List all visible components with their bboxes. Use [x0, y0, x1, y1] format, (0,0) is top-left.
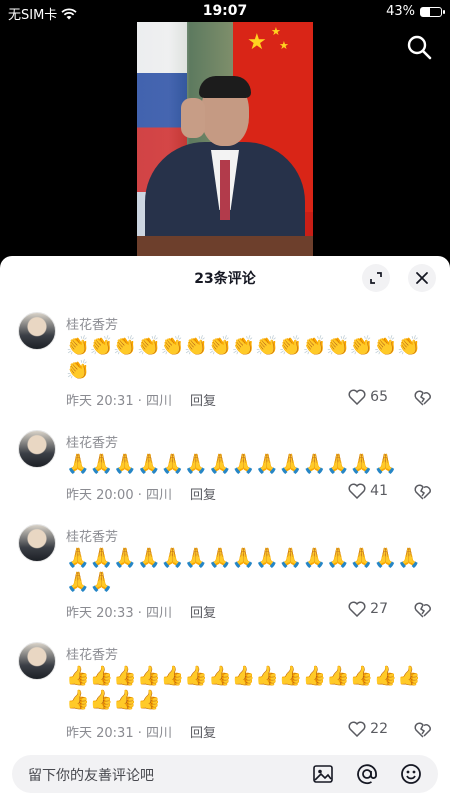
person-tie: [220, 160, 230, 220]
comment-content: 🙏🙏🙏🙏🙏🙏🙏🙏🙏🙏🙏🙏🙏🙏🙏🙏🙏: [66, 547, 421, 593]
avatar[interactable]: [18, 524, 56, 562]
comment-username[interactable]: 桂花香芳: [66, 526, 118, 545]
battery-icon: [420, 6, 445, 17]
like-count: 65: [370, 389, 388, 405]
comment-username[interactable]: 桂花香芳: [66, 432, 118, 451]
battery-level: [421, 7, 430, 16]
avatar[interactable]: [18, 642, 56, 680]
like-button[interactable]: 65: [348, 389, 388, 405]
video-player[interactable]: ★ ★ ★: [137, 22, 313, 256]
dislike-button[interactable]: [414, 390, 432, 410]
like-count: 27: [370, 601, 388, 617]
comment-username[interactable]: 桂花香芳: [66, 314, 118, 333]
comment-time: 昨天 20:33 · 四川: [66, 606, 172, 621]
reply-button[interactable]: 回复: [190, 484, 216, 503]
heart-icon: [348, 721, 366, 737]
like-button[interactable]: 22: [348, 721, 388, 737]
comment-content: 👍👍👍👍👍👍👍👍👍👍👍👍👍👍👍👍👍👍👍: [66, 665, 421, 711]
reply-button[interactable]: 回复: [190, 390, 216, 409]
sheet-header: 23条评论: [0, 256, 450, 300]
person-hair: [199, 76, 251, 98]
status-bar: 无SIM卡 19:07 43%: [0, 0, 450, 24]
dislike-button[interactable]: [414, 722, 432, 742]
battery-percent: 43%: [386, 4, 415, 19]
search-icon: [407, 35, 432, 60]
dislike-button[interactable]: [414, 602, 432, 622]
comments-sheet: 23条评论 桂花香芳 👏👏👏👏👏👏👏👏👏👏👏👏👏👏👏👏 昨天 20:31 · 四…: [0, 256, 450, 800]
avatar[interactable]: [18, 312, 56, 350]
comment-meta: 昨天 20:33 · 四川 回复: [66, 602, 216, 621]
status-time: 19:07: [202, 3, 248, 19]
reply-button[interactable]: 回复: [190, 722, 216, 741]
comment-input-placeholder[interactable]: 留下你的友善评论吧: [28, 765, 154, 785]
reply-button[interactable]: 回复: [190, 602, 216, 621]
expand-button[interactable]: [362, 264, 390, 292]
like-count: 41: [370, 483, 388, 499]
avatar[interactable]: [18, 430, 56, 468]
expand-icon: [370, 272, 382, 284]
image-icon[interactable]: [312, 763, 334, 785]
comment-time: 昨天 20:31 · 四川: [66, 394, 172, 409]
dislike-button[interactable]: [414, 484, 432, 504]
comment-meta: 昨天 20:00 · 四川 回复: [66, 484, 216, 503]
like-button[interactable]: 27: [348, 601, 388, 617]
broken-heart-icon: [414, 722, 431, 738]
comment-content: 👏👏👏👏👏👏👏👏👏👏👏👏👏👏👏👏: [66, 335, 421, 381]
status-right: 43%: [386, 4, 445, 19]
close-icon: [416, 272, 428, 284]
comment-content: 🙏🙏🙏🙏🙏🙏🙏🙏🙏🙏🙏🙏🙏🙏: [66, 453, 398, 475]
heart-icon: [348, 389, 366, 405]
desk: [137, 236, 313, 256]
like-count: 22: [370, 721, 388, 737]
waving-hand: [181, 98, 205, 138]
comment-username[interactable]: 桂花香芳: [66, 644, 118, 663]
emoji-icon[interactable]: [400, 763, 422, 785]
broken-heart-icon: [414, 602, 431, 618]
like-button[interactable]: 41: [348, 483, 388, 499]
heart-icon: [348, 483, 366, 499]
comment-meta: 昨天 20:31 · 四川 回复: [66, 722, 216, 741]
heart-icon: [348, 601, 366, 617]
broken-heart-icon: [414, 390, 431, 406]
search-button[interactable]: [406, 34, 432, 60]
comment-meta: 昨天 20:31 · 四川 回复: [66, 390, 216, 409]
at-icon[interactable]: [356, 763, 378, 785]
comment-time: 昨天 20:00 · 四川: [66, 488, 172, 503]
comment-input-bar[interactable]: 留下你的友善评论吧: [12, 755, 438, 793]
broken-heart-icon: [414, 484, 431, 500]
close-button[interactable]: [408, 264, 436, 292]
comment-time: 昨天 20:31 · 四川: [66, 726, 172, 741]
